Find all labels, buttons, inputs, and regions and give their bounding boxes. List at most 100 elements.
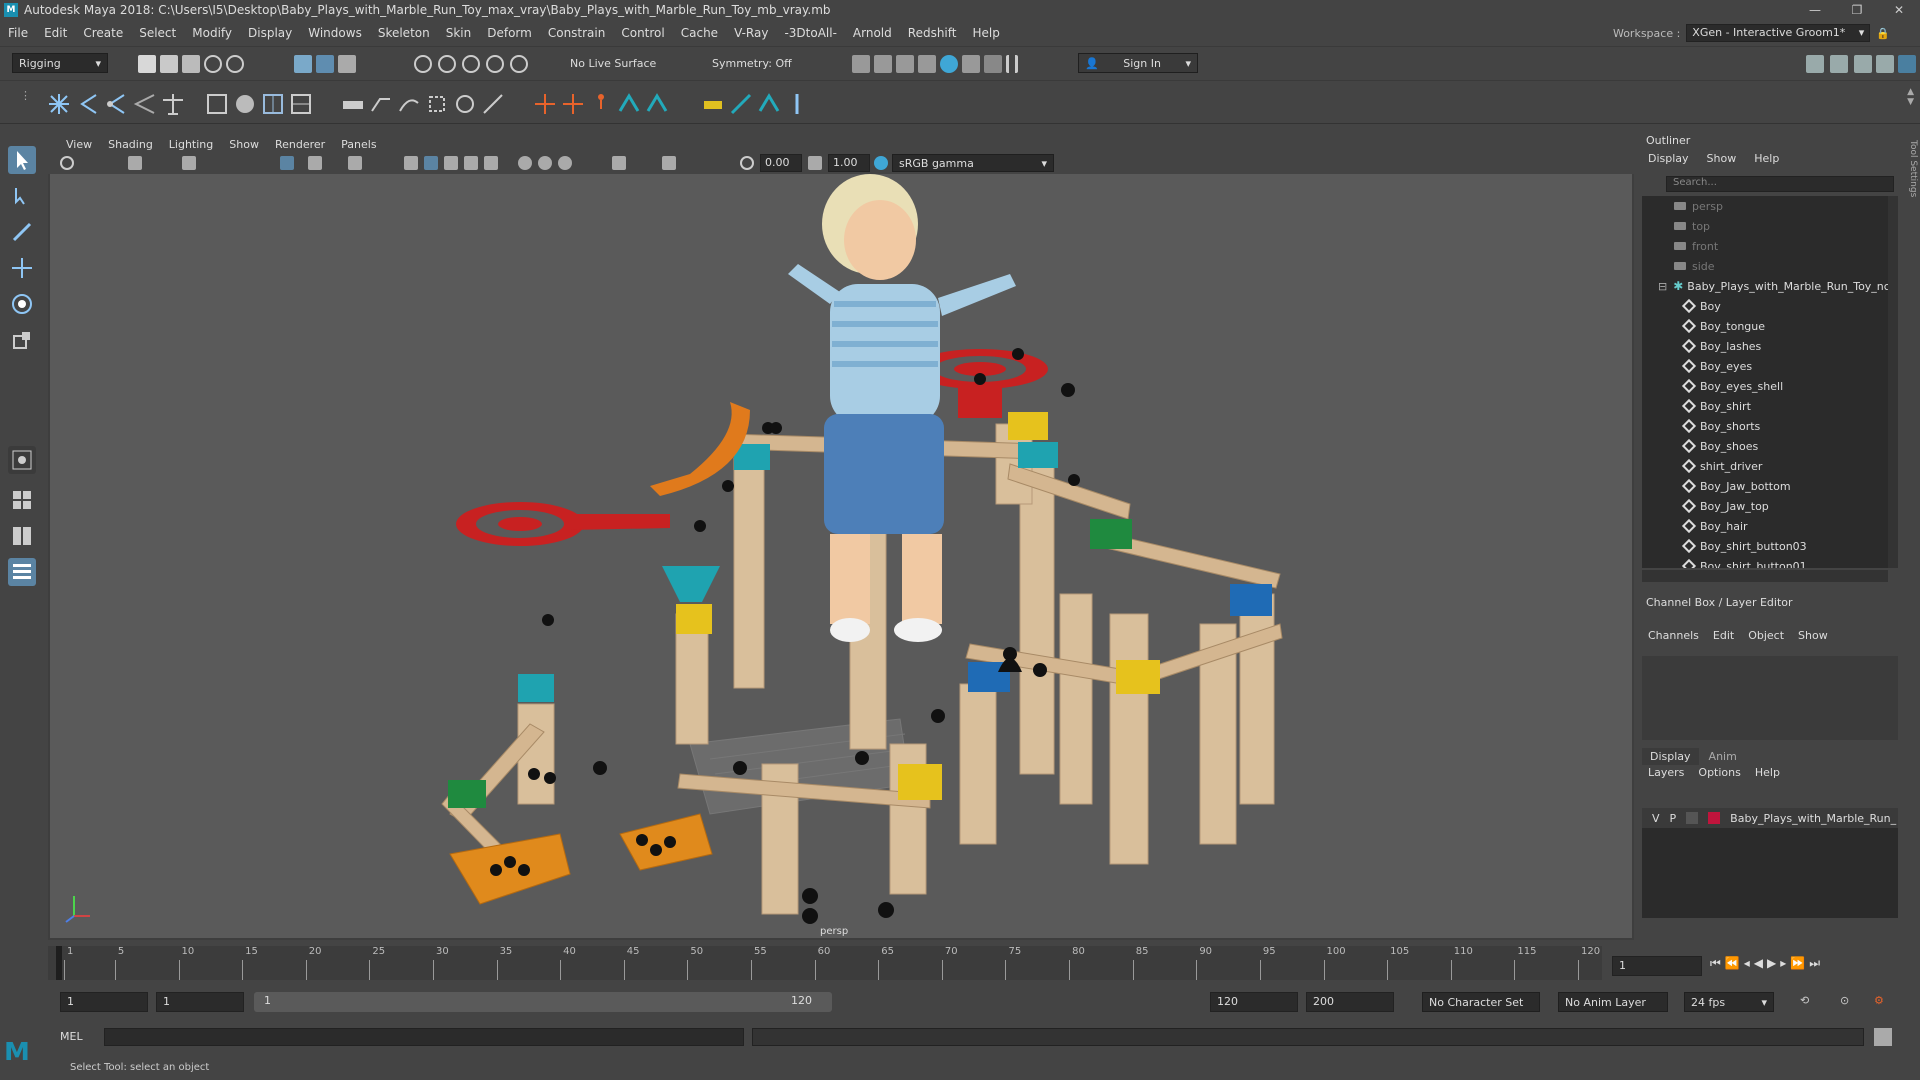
menu-file[interactable]: File <box>0 26 36 40</box>
textured-icon[interactable] <box>444 156 458 170</box>
locator-rotate-icon[interactable] <box>560 91 586 117</box>
step-forward-key-icon[interactable]: ⏩ <box>1790 956 1805 976</box>
outliner-menu-display[interactable]: Display <box>1648 152 1689 165</box>
render-frame-icon[interactable] <box>852 55 870 73</box>
time-slider[interactable]: 1 5 10 15 20 25 30 35 40 45 50 55 60 65 70 75 80 85 90 95 10… <box>48 946 1602 980</box>
outliner-horizontal-scrollbar[interactable] <box>1642 570 1888 582</box>
cluster-icon[interactable] <box>288 91 314 117</box>
menu-3dtoall[interactable]: -3DtoAll- <box>776 26 844 40</box>
collapse-icon[interactable]: ⊟ <box>1658 280 1667 293</box>
viewport-menu-renderer[interactable]: Renderer <box>267 138 333 151</box>
channel-menu-show[interactable]: Show <box>1798 629 1828 642</box>
tool-settings-tab[interactable]: Tool Settings <box>1902 140 1918 220</box>
menu-redshift[interactable]: Redshift <box>900 26 965 40</box>
menu-select[interactable]: Select <box>131 26 184 40</box>
smooth-shade-icon[interactable] <box>424 156 438 170</box>
outliner-item[interactable]: Boy_shorts <box>1642 416 1888 436</box>
tool-settings-icon[interactable] <box>1876 55 1894 73</box>
render-view-icon[interactable] <box>962 55 980 73</box>
channel-menu-object[interactable]: Object <box>1748 629 1784 642</box>
layer-row[interactable]: V P Baby_Plays_with_Marble_Run_ <box>1642 808 1898 828</box>
single-view-layout-icon[interactable] <box>8 446 36 474</box>
menu-edit[interactable]: Edit <box>36 26 75 40</box>
anti-aliasing-icon[interactable] <box>558 156 572 170</box>
color-management-icon[interactable] <box>874 156 888 170</box>
select-object-icon[interactable] <box>316 55 334 73</box>
snap-surface-icon[interactable] <box>510 55 528 73</box>
current-frame-field[interactable]: 1 <box>1612 956 1702 976</box>
menu-skeleton[interactable]: Skeleton <box>370 26 438 40</box>
paint-tool-icon[interactable] <box>728 91 754 117</box>
snap-view-plane-icon[interactable] <box>486 55 504 73</box>
character-controls-icon[interactable] <box>1830 55 1848 73</box>
symmetry-dropdown[interactable]: Symmetry: Off <box>706 53 802 73</box>
pin-tool-icon[interactable] <box>784 91 810 117</box>
menu-control[interactable]: Control <box>613 26 672 40</box>
bookmark-icon[interactable] <box>182 156 196 170</box>
shelf-scroll-icon[interactable]: ▲ ▼ <box>1907 87 1914 107</box>
shadows-icon[interactable] <box>484 156 498 170</box>
maximize-button[interactable]: ❐ <box>1836 0 1878 20</box>
step-back-key-icon[interactable]: ⏪ <box>1725 956 1740 976</box>
menu-set-dropdown[interactable]: Rigging ▾ <box>12 53 108 73</box>
point-constraint-icon[interactable] <box>368 91 394 117</box>
pole-vector-icon[interactable] <box>480 91 506 117</box>
outliner-item[interactable]: Boy_shirt_button01 <box>1642 556 1888 568</box>
menu-help[interactable]: Help <box>964 26 1007 40</box>
outliner-item[interactable]: Boy_shirt <box>1642 396 1888 416</box>
outliner-item[interactable]: Boy_lashes <box>1642 336 1888 356</box>
scale-constraint-icon[interactable] <box>424 91 450 117</box>
animation-start-field[interactable]: 1 <box>60 992 148 1012</box>
outliner-item[interactable]: Boy_Jaw_top <box>1642 496 1888 516</box>
hypershade-icon[interactable] <box>940 55 958 73</box>
paint-select-icon[interactable] <box>8 218 36 246</box>
new-scene-icon[interactable] <box>138 55 156 73</box>
render-sequence-icon[interactable] <box>874 55 892 73</box>
snap-curve-icon[interactable] <box>438 55 456 73</box>
animation-end-field[interactable]: 200 <box>1306 992 1394 1012</box>
viewport-3d-scene[interactable]: persp <box>50 174 1632 938</box>
outliner-item[interactable]: Boy_shirt_button03 <box>1642 536 1888 556</box>
layer-menu-help[interactable]: Help <box>1755 766 1780 779</box>
mel-command-input[interactable] <box>104 1028 744 1046</box>
lattice-icon[interactable] <box>260 91 286 117</box>
layer-visibility-toggle[interactable]: V <box>1652 812 1660 825</box>
outliner-item[interactable]: Boy_eyes <box>1642 356 1888 376</box>
lock-icon[interactable]: 🔒 <box>1876 27 1890 40</box>
outliner-camera-persp[interactable]: persp <box>1642 196 1888 216</box>
outliner-camera-front[interactable]: front <box>1642 236 1888 256</box>
paint-weights-icon[interactable] <box>232 91 258 117</box>
grid-toggle-icon[interactable] <box>280 156 294 170</box>
go-to-start-icon[interactable]: ⏮ <box>1710 956 1721 976</box>
outliner-vertical-scrollbar[interactable] <box>1888 196 1898 568</box>
viewport-menu-shading[interactable]: Shading <box>100 138 161 151</box>
mel-label[interactable]: MEL <box>60 1030 83 1043</box>
select-component-icon[interactable] <box>338 55 356 73</box>
outliner-menu-help[interactable]: Help <box>1754 152 1779 165</box>
mesh-b-icon[interactable] <box>644 91 670 117</box>
menu-modify[interactable]: Modify <box>184 26 240 40</box>
ipr-render-icon[interactable] <box>896 55 914 73</box>
play-backward-icon[interactable]: ◀ <box>1754 956 1763 976</box>
outliner-search-input[interactable]: Search... <box>1666 176 1894 192</box>
menu-skin[interactable]: Skin <box>438 26 480 40</box>
open-scene-icon[interactable] <box>160 55 178 73</box>
two-view-layout-icon[interactable] <box>8 522 36 550</box>
insert-joint-icon[interactable] <box>132 91 158 117</box>
attribute-editor-icon[interactable] <box>1854 55 1872 73</box>
snap-point-icon[interactable] <box>462 55 480 73</box>
ambient-occlusion-icon[interactable] <box>518 156 532 170</box>
viewport-menu-show[interactable]: Show <box>221 138 267 151</box>
channel-menu-edit[interactable]: Edit <box>1713 629 1734 642</box>
auto-key-icon[interactable]: ⊙ <box>1840 994 1849 1007</box>
loop-icon[interactable]: ⟲ <box>1800 994 1809 1007</box>
outliner-camera-side[interactable]: side <box>1642 256 1888 276</box>
tab-anim[interactable]: Anim <box>1701 748 1745 765</box>
skin-bind-icon[interactable] <box>204 91 230 117</box>
channel-menu-channels[interactable]: Channels <box>1648 629 1699 642</box>
render-settings-icon[interactable] <box>918 55 936 73</box>
weight-tool-icon[interactable] <box>700 91 726 117</box>
minimize-button[interactable]: — <box>1794 0 1836 20</box>
step-forward-frame-icon[interactable]: ▸ <box>1780 956 1786 976</box>
outliner-item[interactable]: Boy_tongue <box>1642 316 1888 336</box>
